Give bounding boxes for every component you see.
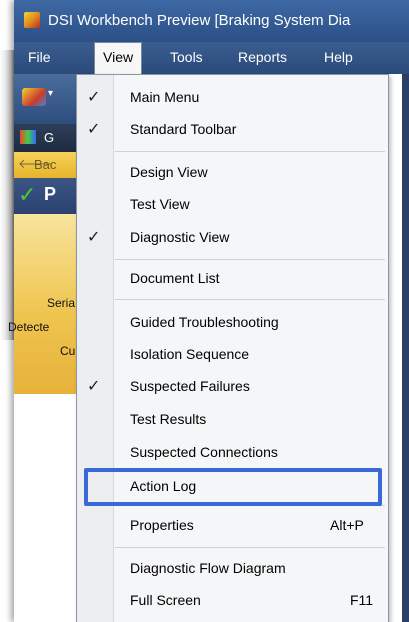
menu-item-label: Test View [130, 196, 190, 212]
menu-separator [115, 299, 385, 300]
serial-label: Seria [47, 296, 76, 310]
menu-item-diagnostic-view[interactable]: ✓ Diagnostic View [77, 224, 388, 252]
menu-item-label: Guided Troubleshooting [130, 314, 279, 330]
menu-item-suspected-connections[interactable]: Suspected Connections [77, 439, 388, 467]
menu-item-label: Isolation Sequence [130, 346, 250, 362]
menu-item-label: Document List [130, 270, 220, 286]
check-icon: ✓ [87, 229, 101, 246]
menu-item-label: Suspected Failures [130, 378, 250, 394]
action-log-highlight [84, 468, 382, 506]
menu-item-label: Diagnostic View [130, 229, 230, 245]
menu-separator [115, 259, 385, 260]
background-panel [0, 50, 14, 340]
menu-item-label: Diagnostic Flow Diagram [130, 560, 286, 576]
menu-item-test-results[interactable]: Test Results [77, 406, 388, 434]
tab-guided[interactable]: G [44, 130, 54, 145]
view-menu: ✓ Main Menu ✓ Standard Toolbar Design Vi… [76, 74, 389, 622]
menu-item-diagnostic-flow-diagram[interactable]: Diagnostic Flow Diagram [77, 555, 388, 583]
menu-item-design-view[interactable]: Design View [77, 159, 388, 187]
menu-item-main-menu[interactable]: ✓ Main Menu [77, 84, 388, 112]
detected-label: Detecte [8, 320, 50, 334]
screenshot-frame: DSI Workbench Preview [Braking System Di… [0, 0, 409, 622]
workbench-icon[interactable] [22, 88, 46, 106]
menu-reports[interactable]: Reports [238, 49, 287, 65]
title-bar: DSI Workbench Preview [Braking System Di… [14, 0, 409, 42]
menu-separator [115, 547, 385, 548]
menu-item-label: Design View [130, 164, 208, 180]
status-heading: P [44, 184, 57, 204]
menu-item-label: Suspected Connections [130, 444, 278, 460]
menu-file[interactable]: File [28, 49, 51, 65]
menu-item-standard-toolbar[interactable]: ✓ Standard Toolbar [77, 116, 388, 144]
menu-item-document-list[interactable]: Document List [77, 265, 388, 293]
menu-item-label: Main Menu [130, 89, 200, 105]
menu-item-isolation-sequence[interactable]: Isolation Sequence [77, 341, 388, 369]
menu-bar: File View Tools Reports Help [14, 42, 409, 74]
menu-item-label: Properties [130, 517, 194, 533]
shortcut-label: Alt+P [330, 517, 364, 533]
menu-tools[interactable]: Tools [170, 49, 203, 65]
window-title: DSI Workbench Preview [Braking System Di… [48, 12, 351, 29]
menu-item-label: Test Results [130, 411, 207, 427]
app-icon [24, 12, 40, 28]
menu-item-properties[interactable]: Properties Alt+P [77, 512, 388, 540]
check-icon: ✓ [87, 121, 101, 138]
back-button[interactable]: Bac [34, 157, 56, 172]
window-edge [402, 74, 409, 622]
check-icon: ✓ [87, 378, 101, 395]
menu-item-guided-troubleshooting[interactable]: Guided Troubleshooting [77, 309, 388, 337]
menu-item-label: Standard Toolbar [130, 121, 237, 137]
menu-separator [115, 151, 385, 152]
menu-help[interactable]: Help [324, 49, 353, 65]
menu-item-full-screen[interactable]: Full Screen F11 [77, 587, 388, 615]
pass-check-icon: ✓ [18, 182, 37, 207]
dropdown-arrow-icon[interactable]: ▾ [48, 88, 53, 99]
current-label: Cu [60, 344, 76, 358]
shortcut-label: F11 [350, 592, 374, 608]
guided-icon [20, 130, 36, 144]
menu-item-label: Full Screen [130, 592, 201, 608]
menu-view[interactable]: View [94, 42, 143, 74]
menu-item-suspected-failures[interactable]: ✓ Suspected Failures [77, 373, 388, 401]
menu-item-test-view[interactable]: Test View [77, 191, 388, 219]
check-icon: ✓ [87, 89, 101, 106]
